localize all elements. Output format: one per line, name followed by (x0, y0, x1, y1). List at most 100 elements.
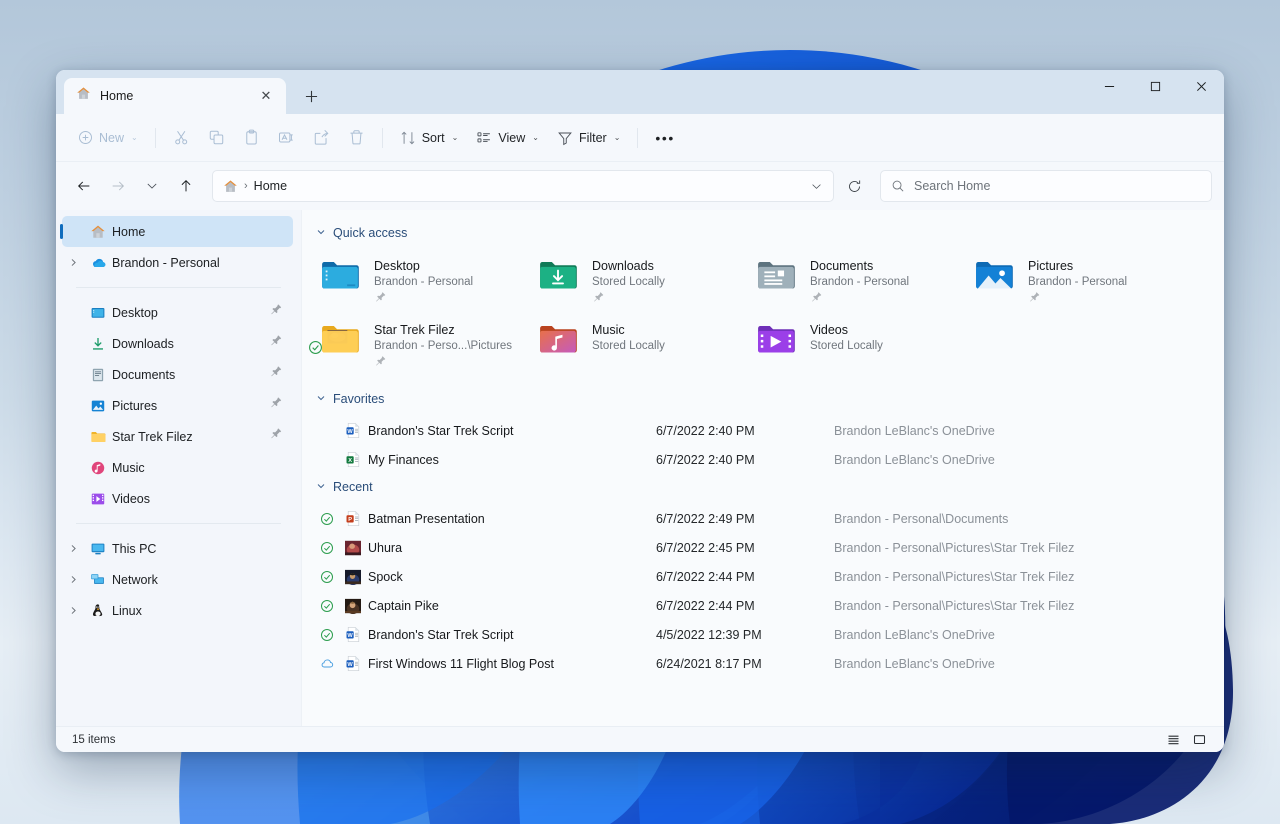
maximize-button[interactable] (1132, 70, 1178, 102)
address-history-button[interactable] (801, 172, 831, 200)
paste-icon (246, 129, 257, 145)
sidebar-item-music[interactable]: Music (62, 452, 293, 483)
view-button[interactable]: View ⌄ (468, 122, 547, 154)
pin-icon[interactable] (269, 396, 285, 415)
more-options-button[interactable]: ••• (647, 122, 683, 154)
chevron-down-icon[interactable] (316, 393, 326, 405)
table-row[interactable]: Uhura 6/7/2022 2:45 PM Brandon - Persona… (312, 533, 1208, 562)
tile-text: Star Trek Filez Brandon - Perso...\Pictu… (374, 318, 512, 373)
pin-icon[interactable] (269, 365, 285, 384)
tile-star-trek-filez[interactable]: Star Trek Filez Brandon - Perso...\Pictu… (309, 314, 530, 378)
close-tab-icon[interactable]: ✕ (254, 84, 278, 108)
tab-title: Home (100, 89, 134, 103)
tile-text: Videos Stored Locally (810, 318, 883, 352)
pin-icon[interactable] (269, 334, 285, 353)
table-row[interactable]: W Brandon's Star Trek Script 4/5/2022 12… (312, 620, 1208, 649)
documents-folder-icon (756, 254, 800, 297)
close-window-button[interactable] (1178, 70, 1224, 102)
sidebar-item-network[interactable]: Network (62, 564, 293, 595)
back-button[interactable] (68, 170, 100, 202)
sort-button[interactable]: Sort ⌄ (392, 122, 467, 154)
file-explorer-window: Home ✕ New ⌄ Sort ⌄ View ⌄ Filter ⌄ ••• … (56, 70, 1224, 752)
pin-icon (810, 291, 909, 309)
search-input[interactable] (914, 179, 1201, 193)
photo-folder-icon (309, 318, 364, 361)
recent-locations-button[interactable] (136, 170, 168, 202)
sidebar-item-linux[interactable]: Linux (62, 595, 293, 626)
minimize-button[interactable] (1086, 70, 1132, 102)
file-date: 6/7/2022 2:45 PM (656, 540, 755, 555)
table-row[interactable]: P Batman Presentation 6/7/2022 2:49 PM B… (312, 504, 1208, 533)
tile-desktop[interactable]: Desktop Brandon - Personal (312, 250, 530, 314)
sidebar-item-downloads[interactable]: Downloads (62, 328, 293, 359)
tile-documents[interactable]: Documents Brandon - Personal (748, 250, 966, 314)
sidebar-item-label: Network (112, 572, 158, 587)
sidebar-item-brandon-personal[interactable]: Brandon - Personal (62, 247, 293, 278)
recent-section-header[interactable]: Recent (316, 476, 1208, 498)
table-row[interactable]: W First Windows 11 Flight Blog Post 6/24… (312, 649, 1208, 678)
new-tab-button[interactable] (296, 81, 326, 111)
details-view-button[interactable] (1160, 730, 1186, 750)
table-row[interactable]: Captain Pike 6/7/2022 2:44 PM Brandon - … (312, 591, 1208, 620)
file-location: Brandon LeBlanc's OneDrive (834, 452, 995, 467)
paste-button[interactable] (235, 122, 268, 154)
forward-button[interactable] (102, 170, 134, 202)
tab-home[interactable]: Home ✕ (64, 78, 286, 114)
pin-icon[interactable] (269, 303, 285, 322)
cut-button[interactable] (165, 122, 198, 154)
tile-subtitle: Stored Locally (592, 276, 665, 288)
copy-button[interactable] (200, 122, 233, 154)
sidebar-item-documents[interactable]: Documents (62, 359, 293, 390)
refresh-icon (848, 180, 860, 192)
sidebar-item-desktop[interactable]: Desktop (62, 297, 293, 328)
network-icon (86, 572, 110, 588)
expand-chevron-icon[interactable] (62, 575, 84, 584)
refresh-button[interactable] (838, 170, 870, 202)
tile-text: Pictures Brandon - Personal (1028, 254, 1127, 309)
table-row[interactable]: X My Finances 6/7/2022 2:40 PM Brandon L… (312, 445, 1208, 474)
downloads-folder-icon (538, 254, 582, 297)
tile-videos[interactable]: Videos Stored Locally (748, 314, 966, 378)
photo-thumb-icon (338, 540, 368, 556)
favorites-rows: W Brandon's Star Trek Script 6/7/2022 2:… (312, 416, 1208, 474)
new-button[interactable]: New ⌄ (70, 122, 146, 154)
tile-pictures[interactable]: Pictures Brandon - Personal (966, 250, 1184, 314)
sidebar-item-videos[interactable]: Videos (62, 483, 293, 514)
address-bar[interactable]: › Home (212, 170, 834, 202)
tile-music[interactable]: Music Stored Locally (530, 314, 748, 378)
delete-icon (350, 130, 363, 145)
delete-button[interactable] (340, 122, 373, 154)
large-icons-view-button[interactable] (1186, 730, 1212, 750)
chevron-down-icon[interactable] (316, 481, 326, 493)
pin-icon (1028, 291, 1127, 309)
pin-icon[interactable] (269, 427, 285, 446)
share-icon (314, 129, 329, 145)
chevron-down-icon[interactable] (316, 227, 326, 239)
breadcrumb-home[interactable]: Home (254, 179, 287, 193)
item-count-label: 15 items (72, 733, 116, 746)
sidebar-item-pictures[interactable]: Pictures (62, 390, 293, 421)
search-box[interactable] (880, 170, 1212, 202)
pin-icon (374, 355, 512, 373)
sidebar-item-home[interactable]: Home (60, 216, 293, 247)
table-row[interactable]: Spock 6/7/2022 2:44 PM Brandon - Persona… (312, 562, 1208, 591)
tile-downloads[interactable]: Downloads Stored Locally (530, 250, 748, 314)
pin-icon (374, 291, 473, 309)
sidebar-item-star-trek-filez[interactable]: Star Trek Filez (62, 421, 293, 452)
expand-chevron-icon[interactable] (62, 258, 84, 267)
table-row[interactable]: W Brandon's Star Trek Script 6/7/2022 2:… (312, 416, 1208, 445)
sidebar-item-this-pc[interactable]: This PC (62, 533, 293, 564)
photo-thumb-icon (338, 598, 368, 614)
quick-access-section-header[interactable]: Quick access (316, 222, 1208, 244)
expand-chevron-icon[interactable] (62, 606, 84, 615)
svg-text:W: W (347, 429, 353, 435)
tile-text: Desktop Brandon - Personal (374, 254, 473, 309)
up-button[interactable] (170, 170, 202, 202)
svg-text:W: W (347, 633, 353, 639)
rename-button[interactable] (270, 122, 303, 154)
expand-chevron-icon[interactable] (62, 544, 84, 553)
share-button[interactable] (305, 122, 338, 154)
favorites-section-header[interactable]: Favorites (316, 388, 1208, 410)
filter-button[interactable]: Filter ⌄ (549, 122, 628, 154)
toolbar-separator-2 (381, 127, 383, 148)
